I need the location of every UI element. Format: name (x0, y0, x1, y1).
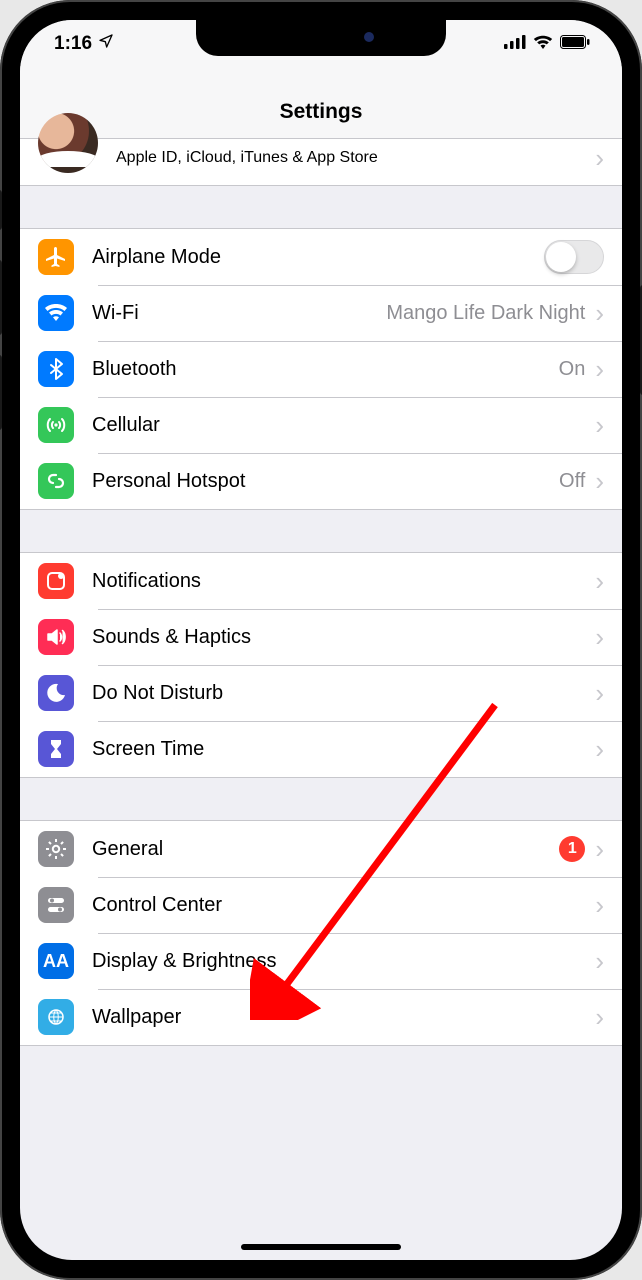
row-sounds-haptics[interactable]: Sounds & Haptics › (20, 609, 622, 665)
chevron-right-icon: › (595, 568, 604, 594)
chevron-right-icon: › (595, 468, 604, 494)
airplane-toggle[interactable] (544, 240, 604, 274)
row-airplane-mode[interactable]: Airplane Mode (20, 229, 622, 285)
iphone-frame: 1:16 Settings Apple ID, (0, 0, 642, 1280)
row-screen-time[interactable]: Screen Time › (20, 721, 622, 777)
row-personal-hotspot[interactable]: Personal Hotspot Off › (20, 453, 622, 509)
row-cellular[interactable]: Cellular › (20, 397, 622, 453)
chevron-right-icon: › (595, 736, 604, 762)
display-icon: AA (38, 943, 74, 979)
cellular-icon (38, 407, 74, 443)
sounds-icon (38, 619, 74, 655)
airplane-icon (38, 239, 74, 275)
chevron-right-icon: › (595, 892, 604, 918)
section-gap (20, 185, 622, 229)
wifi-icon (38, 295, 74, 331)
section-gap (20, 509, 622, 553)
row-do-not-disturb[interactable]: Do Not Disturb › (20, 665, 622, 721)
row-general[interactable]: General 1 › (20, 821, 622, 877)
dnd-icon (38, 675, 74, 711)
volume-down-button (0, 355, 2, 430)
row-display-brightness[interactable]: AA Display & Brightness › (20, 933, 622, 989)
ringer-switch (0, 190, 2, 230)
chevron-right-icon: › (595, 300, 604, 326)
screentime-icon (38, 731, 74, 767)
wifi-value: Mango Life Dark Night (386, 302, 585, 325)
wallpaper-icon (38, 999, 74, 1035)
section-gap (20, 777, 622, 821)
control-center-label: Control Center (92, 894, 595, 917)
status-time: 1:16 (54, 33, 92, 55)
control-center-icon (38, 887, 74, 923)
airplane-label: Airplane Mode (92, 246, 544, 269)
chevron-right-icon: › (595, 412, 604, 438)
chevron-right-icon: › (595, 624, 604, 650)
page-title: Settings (20, 68, 622, 139)
apple-id-row[interactable]: Apple ID, iCloud, iTunes & App Store › (20, 139, 622, 185)
notch (196, 20, 446, 56)
chevron-right-icon: › (595, 145, 604, 171)
hotspot-label: Personal Hotspot (92, 470, 559, 493)
row-bluetooth[interactable]: Bluetooth On › (20, 341, 622, 397)
home-indicator[interactable] (241, 1244, 401, 1250)
hotspot-icon (38, 463, 74, 499)
chevron-right-icon: › (595, 836, 604, 862)
chevron-right-icon: › (595, 1004, 604, 1030)
apple-id-subtitle: Apple ID, iCloud, iTunes & App Store (116, 149, 378, 167)
row-wallpaper[interactable]: Wallpaper › (20, 989, 622, 1045)
chevron-right-icon: › (595, 356, 604, 382)
general-badge: 1 (559, 836, 585, 862)
bluetooth-icon (38, 351, 74, 387)
chevron-right-icon: › (595, 680, 604, 706)
avatar (38, 113, 98, 173)
row-control-center[interactable]: Control Center › (20, 877, 622, 933)
cellular-label: Cellular (92, 414, 595, 437)
hotspot-value: Off (559, 470, 585, 493)
screen: 1:16 Settings Apple ID, (20, 20, 622, 1260)
notifications-label: Notifications (92, 570, 595, 593)
cellular-signal-icon (504, 33, 526, 55)
display-label: Display & Brightness (92, 950, 595, 973)
general-label: General (92, 838, 559, 861)
dnd-label: Do Not Disturb (92, 682, 595, 705)
wallpaper-label: Wallpaper (92, 1006, 595, 1029)
battery-icon (560, 33, 590, 55)
row-notifications[interactable]: Notifications › (20, 553, 622, 609)
chevron-right-icon: › (595, 948, 604, 974)
row-wifi[interactable]: Wi-Fi Mango Life Dark Night › (20, 285, 622, 341)
sounds-label: Sounds & Haptics (92, 626, 595, 649)
gear-icon (38, 831, 74, 867)
location-icon (98, 33, 114, 55)
bluetooth-label: Bluetooth (92, 358, 559, 381)
wifi-label: Wi-Fi (92, 302, 386, 325)
notifications-icon (38, 563, 74, 599)
volume-up-button (0, 260, 2, 335)
wifi-icon (533, 33, 553, 55)
bluetooth-value: On (559, 358, 586, 381)
screentime-label: Screen Time (92, 738, 595, 761)
